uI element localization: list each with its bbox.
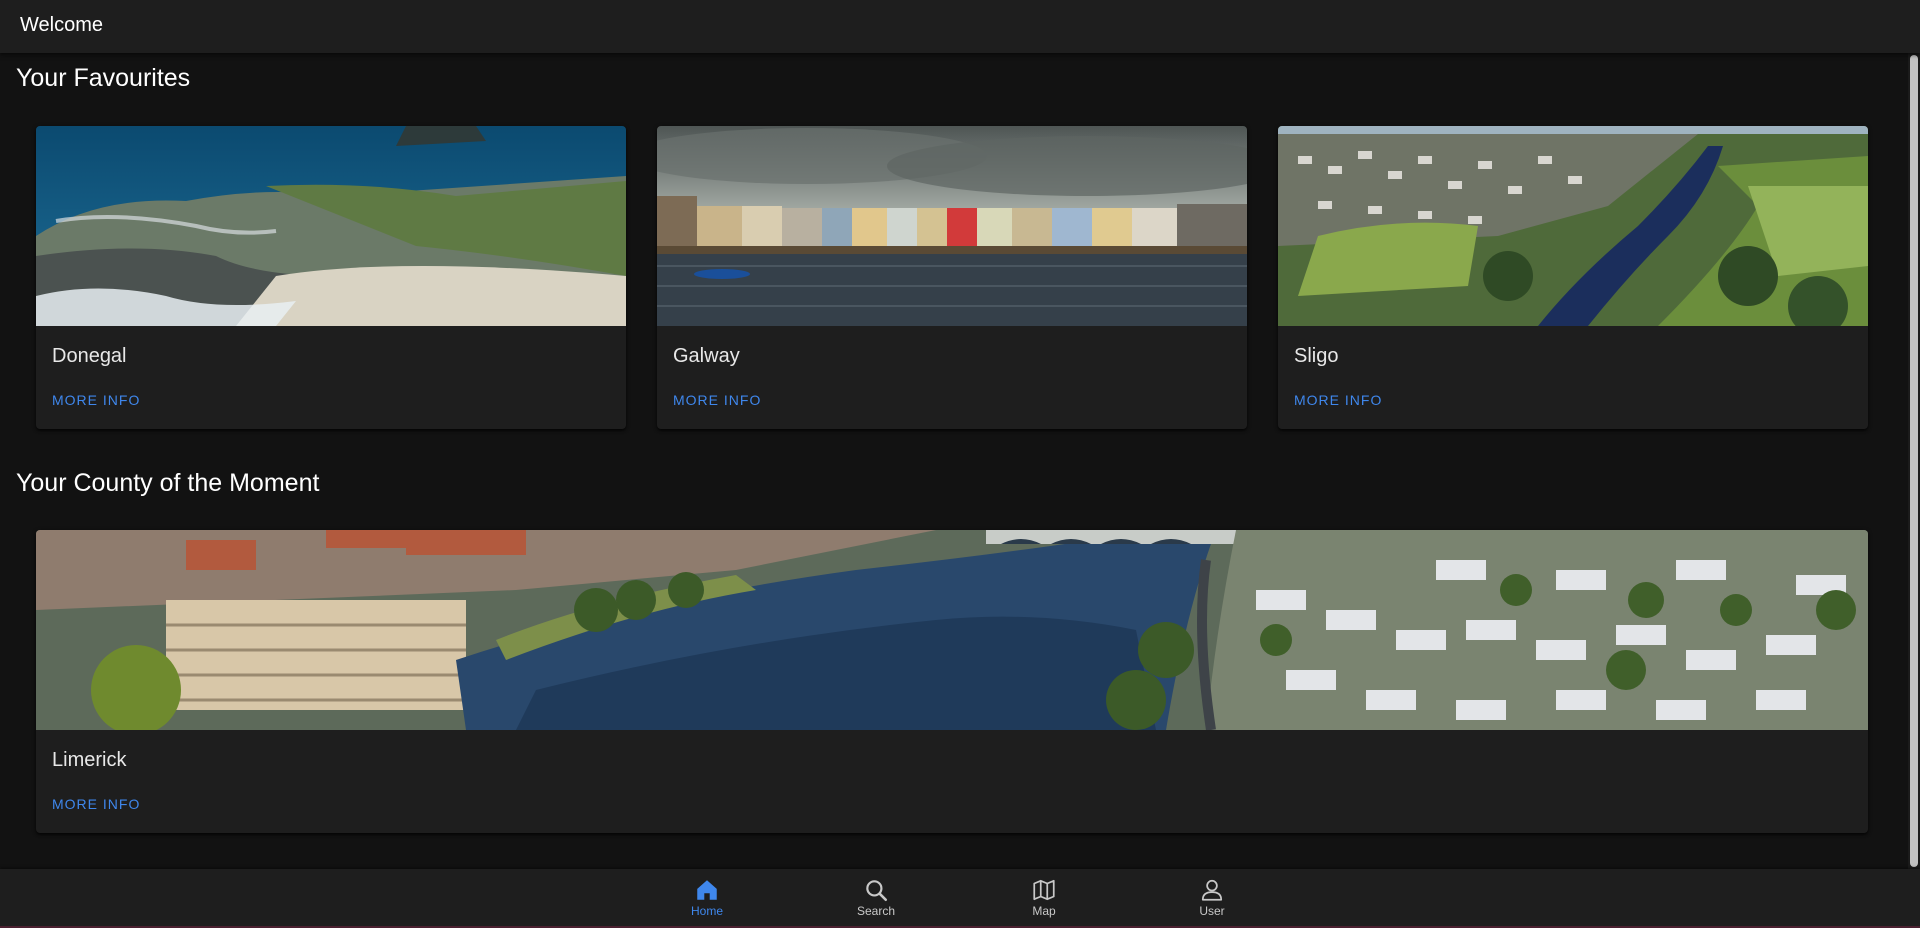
more-info-button[interactable]: MORE INFO bbox=[665, 388, 769, 412]
county-card-sligo: Sligo MORE INFO bbox=[1278, 126, 1868, 429]
county-card-limerick: Limerick MORE INFO bbox=[36, 530, 1868, 833]
top-app-bar: Welcome bbox=[0, 0, 1920, 53]
main-content[interactable]: Your Favourites Donegal MORE INFO Galway… bbox=[0, 53, 1908, 869]
nav-item-search[interactable]: Search bbox=[826, 877, 926, 923]
map-icon bbox=[1033, 879, 1055, 901]
home-icon bbox=[697, 880, 717, 900]
limerick-image bbox=[36, 530, 1868, 730]
donegal-image bbox=[36, 126, 626, 326]
galway-image bbox=[657, 126, 1247, 326]
user-icon bbox=[1201, 879, 1223, 901]
county-card-galway: Galway MORE INFO bbox=[657, 126, 1247, 429]
county-name: Donegal bbox=[52, 345, 127, 367]
app-root: Welcome Your Favourites Donegal MORE INF… bbox=[0, 0, 1920, 928]
page-title: Welcome bbox=[20, 14, 103, 36]
scrollbar-thumb[interactable] bbox=[1910, 55, 1918, 867]
nav-label: Search bbox=[856, 904, 896, 918]
county-name: Limerick bbox=[52, 749, 127, 771]
favourites-heading: Your Favourites bbox=[16, 64, 191, 92]
bottom-navigation: Home Search Map User bbox=[0, 869, 1920, 928]
nav-item-map[interactable]: Map bbox=[994, 877, 1094, 923]
nav-label: User bbox=[1199, 904, 1225, 918]
county-card-donegal: Donegal MORE INFO bbox=[36, 126, 626, 429]
nav-label: Map bbox=[1032, 904, 1056, 918]
county-name: Sligo bbox=[1294, 345, 1339, 367]
nav-item-home[interactable]: Home bbox=[657, 877, 757, 923]
nav-label: Home bbox=[690, 904, 723, 918]
more-info-button[interactable]: MORE INFO bbox=[1286, 388, 1390, 412]
county-name: Galway bbox=[673, 345, 740, 367]
nav-item-user[interactable]: User bbox=[1162, 877, 1262, 923]
county-of-moment-heading: Your County of the Moment bbox=[16, 469, 320, 497]
more-info-button[interactable]: MORE INFO bbox=[44, 792, 148, 816]
sligo-image bbox=[1278, 126, 1868, 326]
vertical-scrollbar[interactable] bbox=[1908, 53, 1920, 869]
search-icon bbox=[866, 880, 888, 902]
more-info-button[interactable]: MORE INFO bbox=[44, 388, 148, 412]
